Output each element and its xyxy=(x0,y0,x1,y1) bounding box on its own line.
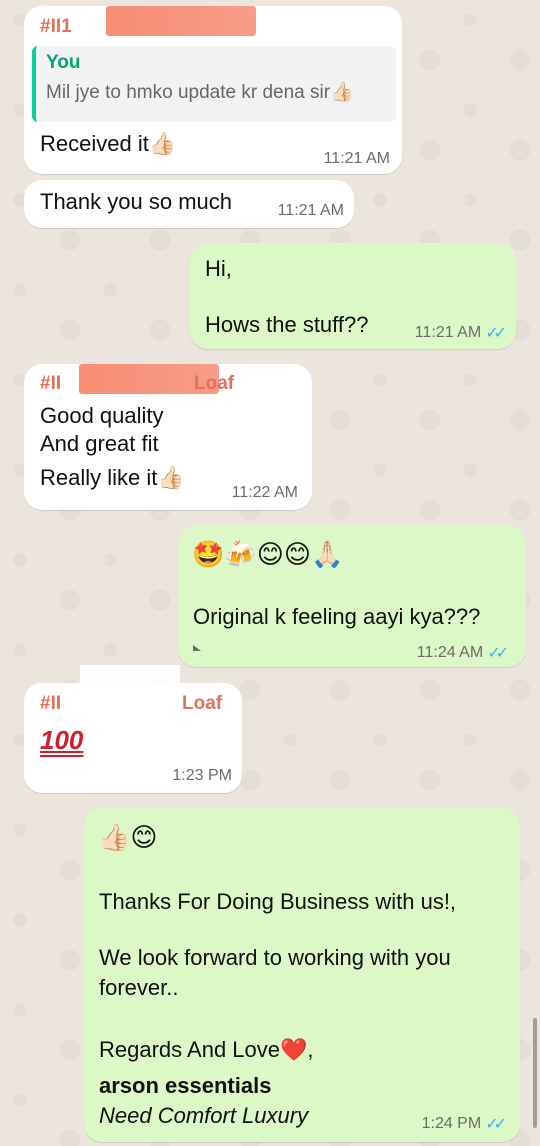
time-label: 11:21 AM xyxy=(323,150,390,167)
message-text: forever.. xyxy=(99,975,179,1000)
time-label: 11:21 AM xyxy=(277,202,344,219)
double-check-icon: ✓✓ xyxy=(485,1116,507,1133)
redaction-mark xyxy=(80,665,180,713)
emoji-row: 👍🏻😊 xyxy=(98,823,158,853)
message-time: 11:22 AM xyxy=(232,484,298,502)
brand-tagline: Need Comfort Luxury xyxy=(99,1103,309,1128)
time-label: 1:23 PM xyxy=(172,767,232,784)
quote-text: Mil jye to hmko update kr dena sir👍🏻 xyxy=(46,82,354,103)
quote-author: You xyxy=(46,52,81,73)
redaction-mark xyxy=(106,6,256,36)
sender-name: #II xyxy=(40,693,62,714)
forward-arrow-icon[interactable] xyxy=(193,645,201,651)
double-check-icon: ✓✓ xyxy=(485,325,507,342)
message-text: Thank you so much xyxy=(40,189,232,214)
sender-name-suffix: Loaf xyxy=(182,693,223,714)
message-text: Really like it👍🏻 xyxy=(40,465,185,490)
hundred-emoji: 100 xyxy=(40,725,84,755)
message-text: Thanks For Doing Business with us!, xyxy=(99,889,457,914)
message-bubble[interactable]: 🤩🍻😊😊🙏🏻 Original k feeling aayi kya??? 11… xyxy=(178,525,526,667)
message-bubble[interactable]: #II Loaf 100 1:23 PM xyxy=(24,665,242,793)
time-label: 11:24 AM xyxy=(416,644,484,661)
time-label: 11:21 AM xyxy=(414,324,482,341)
brand-name: arson essentials xyxy=(99,1073,272,1098)
message-bubble[interactable]: Thank you so much 11:21 AM xyxy=(24,180,354,228)
message-text: Regards And Love❤️, xyxy=(99,1037,314,1062)
message-text: Good quality xyxy=(40,403,164,428)
message-time: 11:21 AM xyxy=(278,202,344,220)
quoted-message[interactable]: You Mil jye to hmko update kr dena sir👍🏻 xyxy=(32,46,396,122)
message-text: Original k feeling aayi kya??? xyxy=(193,604,481,629)
message-bubble[interactable]: 👍🏻😊 Thanks For Doing Business with us!, … xyxy=(84,808,520,1142)
message-bubble[interactable]: #II1 You Mil jye to hmko update kr dena … xyxy=(24,6,402,174)
sender-name: #II1 xyxy=(40,16,72,37)
message-text: Hows the stuff?? xyxy=(205,312,369,337)
time-label: 1:24 PM xyxy=(421,1115,482,1132)
message-time: 11:21 AM xyxy=(324,150,390,168)
message-time: 1:23 PM xyxy=(172,767,232,785)
message-bubble[interactable]: #II Loaf Good quality And great fit Real… xyxy=(24,364,312,510)
message-text: And great fit xyxy=(40,431,159,456)
message-text: We look forward to working with you xyxy=(99,945,451,970)
time-label: 11:22 AM xyxy=(231,484,298,501)
message-text: Received it👍🏻 xyxy=(40,131,177,156)
message-time: 11:21 AM ✓✓ xyxy=(414,323,507,343)
emoji-row: 🤩🍻😊😊🙏🏻 xyxy=(192,540,344,570)
message-time: 11:24 AM ✓✓ xyxy=(416,643,509,663)
message-bubble[interactable]: Hi, Hows the stuff?? 11:21 AM ✓✓ xyxy=(190,243,516,349)
sender-name: #II xyxy=(40,373,62,394)
double-check-icon: ✓✓ xyxy=(487,645,509,662)
scrollbar[interactable] xyxy=(533,1018,537,1128)
sender-name-suffix: Loaf xyxy=(194,373,235,394)
message-time: 1:24 PM ✓✓ xyxy=(421,1114,507,1134)
message-text: Hi, xyxy=(205,256,232,281)
